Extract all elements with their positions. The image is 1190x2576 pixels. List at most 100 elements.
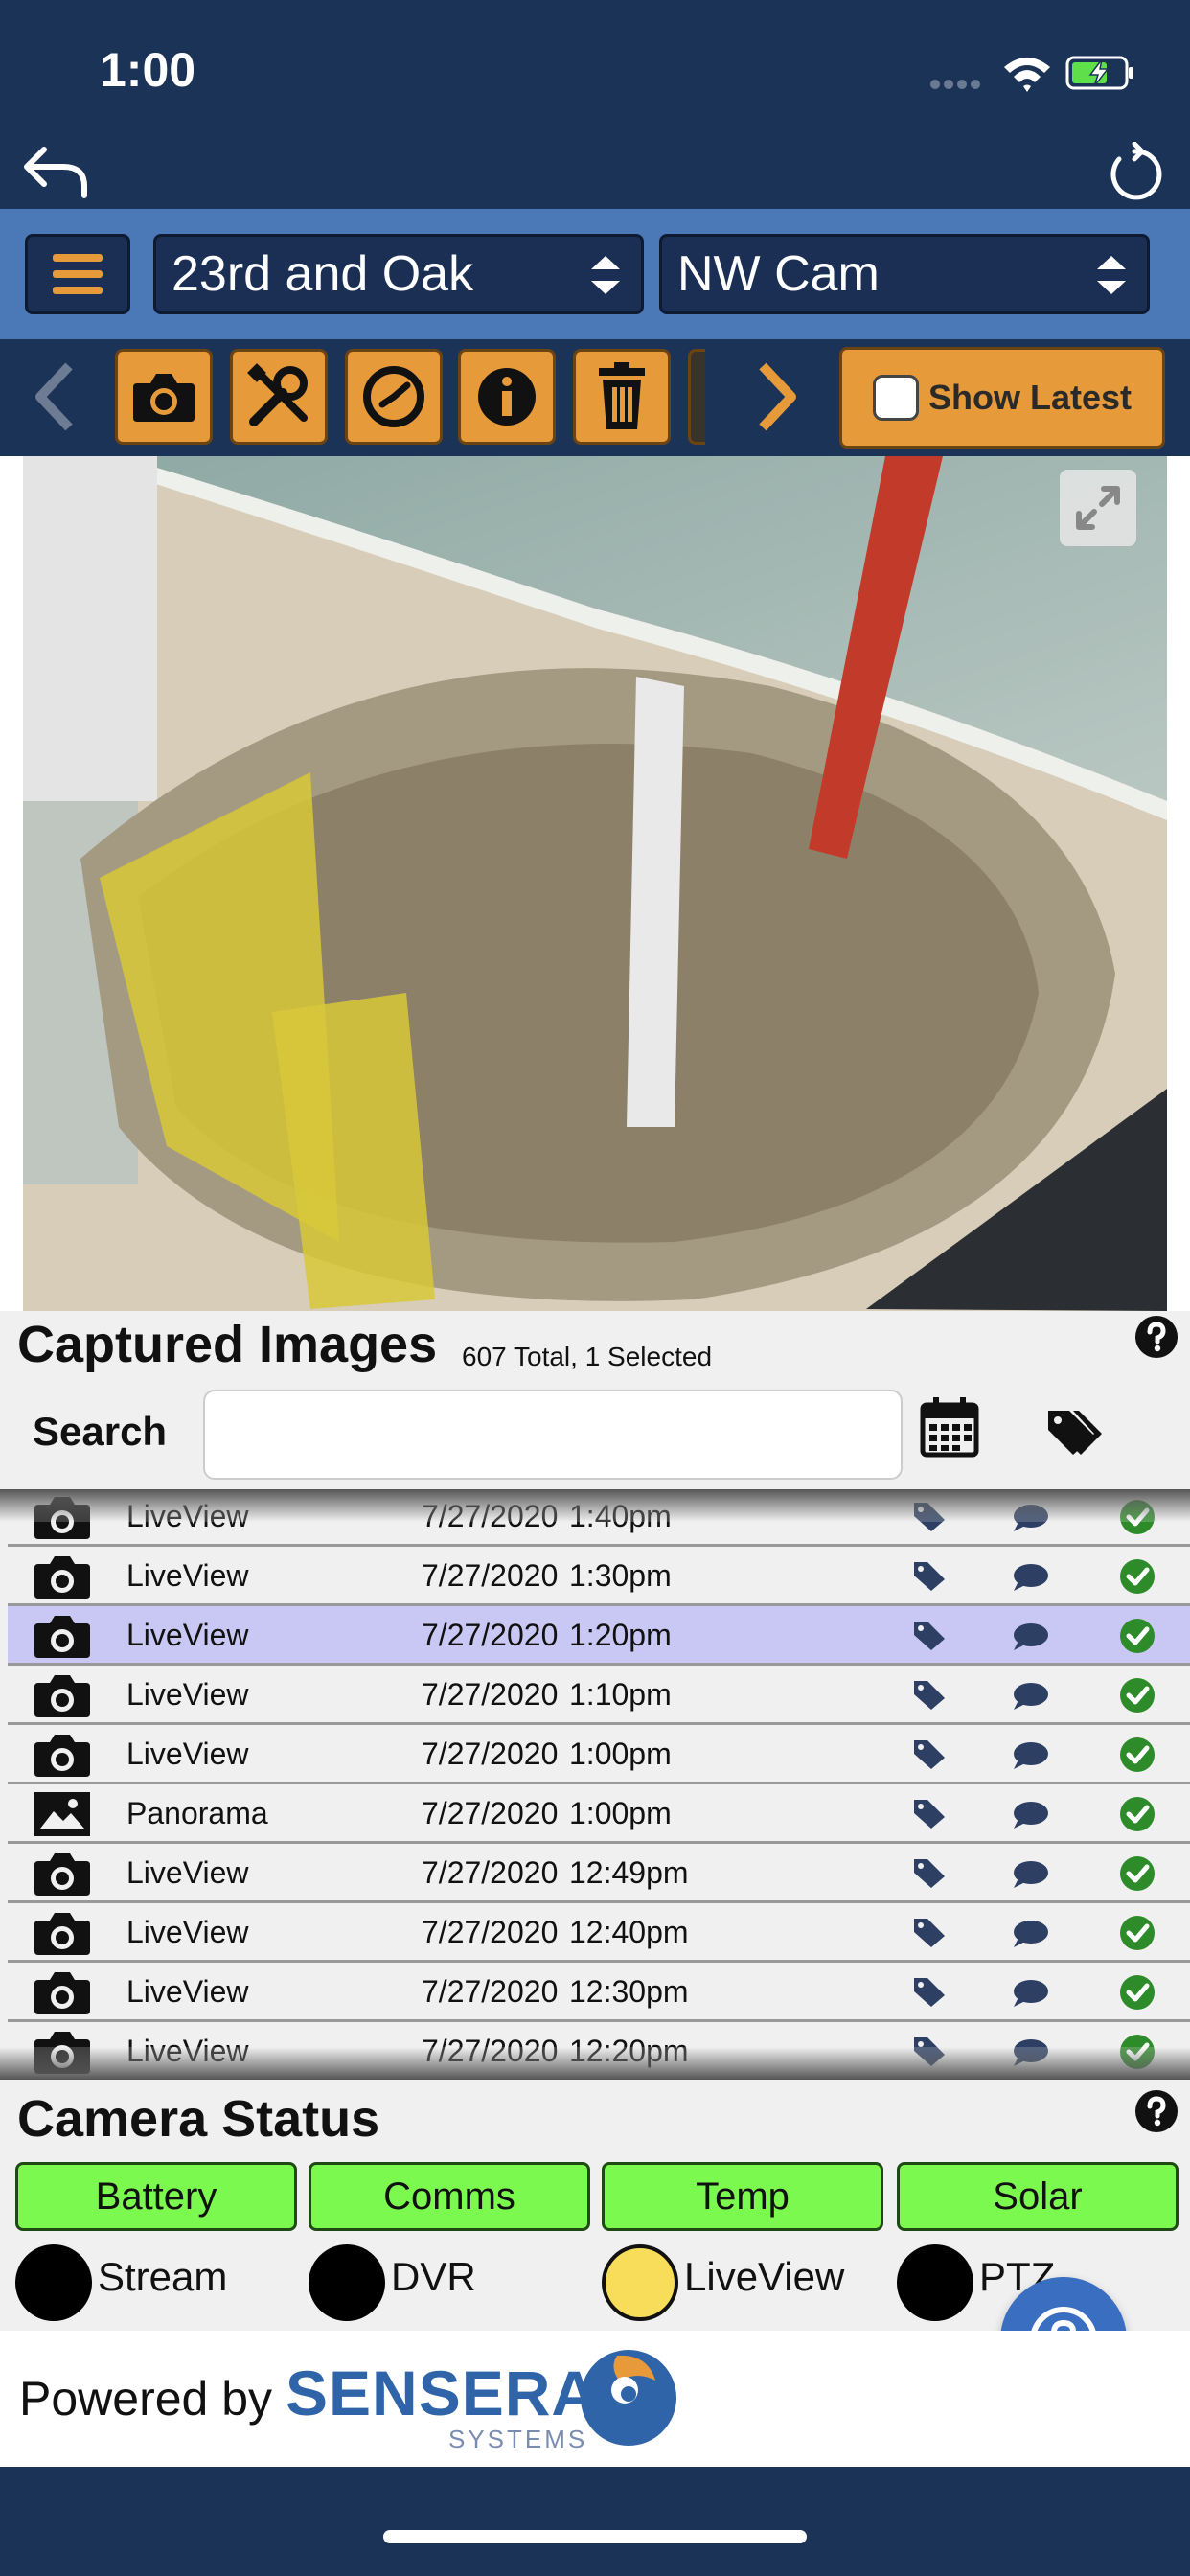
table-row[interactable]: LiveView 7/27/2020 1:40pm [8,1489,1190,1547]
camera-icon [133,374,195,422]
show-latest-button[interactable]: Show Latest [839,347,1165,448]
tag-icon[interactable] [912,1798,947,1830]
comms-status-pill[interactable]: Comms [309,2162,590,2231]
table-row[interactable]: LiveView 7/27/2020 1:20pm [8,1606,1190,1666]
comment-icon[interactable] [1012,1622,1050,1652]
wifi-icon [1004,58,1050,92]
dvr-indicator [309,2244,385,2321]
comment-icon[interactable] [1012,1740,1050,1771]
check-circle-icon [1119,1618,1156,1654]
sensera-logo: SENSERA SYSTEMS [286,2350,676,2453]
calendar-icon[interactable] [920,1395,979,1459]
row-time: 12:30pm [569,1974,689,2009]
comment-icon[interactable] [1012,1919,1050,1949]
site-select[interactable]: 23rd and Oak [153,234,644,314]
search-label: Search [33,1409,168,1454]
table-row[interactable]: LiveView 7/27/2020 1:00pm [8,1725,1190,1784]
bottom-bar [0,2467,1190,2576]
panorama-icon [33,1790,92,1838]
tag-icon[interactable] [912,1857,947,1890]
comment-icon[interactable] [1012,1859,1050,1890]
comment-icon[interactable] [1012,1681,1050,1712]
chevron-left-icon[interactable] [25,358,82,435]
comment-icon[interactable] [1012,1503,1050,1533]
row-time: 1:00pm [569,1736,672,1771]
captured-images-count: 607 Total, 1 Selected [462,1342,713,1371]
help-circle-icon[interactable] [1134,1315,1179,1359]
schedule-tool-button[interactable] [345,349,443,445]
help-circle-icon[interactable] [1134,2089,1179,2133]
row-time: 1:00pm [569,1796,672,1830]
camera-icon [33,1850,92,1898]
row-type: Panorama [126,1796,268,1830]
row-type: LiveView [126,1499,249,1533]
check-circle-icon [1119,1558,1156,1595]
show-latest-checkbox[interactable] [873,375,919,421]
liveview-label: LiveView [684,2254,845,2299]
tag-icon[interactable] [912,1560,947,1593]
table-row[interactable]: Panorama 7/27/2020 1:00pm [8,1784,1190,1844]
partial-tool-button[interactable] [688,349,705,445]
row-date: 7/27/2020 [422,1736,559,1771]
tag-icon[interactable] [912,1620,947,1652]
table-row[interactable]: LiveView 7/27/2020 1:30pm [8,1547,1190,1606]
trash-icon [599,362,645,429]
tag-icon[interactable] [912,1738,947,1771]
tag-icon[interactable] [912,1501,947,1533]
info-tool-button[interactable] [458,349,556,445]
delete-tool-button[interactable] [573,349,671,445]
powered-by-text: Powered by [19,2372,273,2426]
table-row[interactable]: LiveView 7/27/2020 12:30pm [8,1963,1190,2022]
check-circle-icon [1119,1736,1156,1773]
up-down-chevron-icon [1097,256,1126,294]
row-time: 1:10pm [569,1677,672,1712]
comment-icon[interactable] [1012,1978,1050,2009]
comment-icon[interactable] [1012,2037,1050,2068]
info-icon [478,368,536,426]
table-row[interactable]: LiveView 7/27/2020 12:40pm [8,1903,1190,1963]
battery-charging-icon [1065,56,1133,90]
camera-tool-button[interactable] [115,349,213,445]
tag-icon[interactable] [912,1679,947,1712]
row-date: 7/27/2020 [422,1677,559,1712]
settings-tool-button[interactable] [230,349,328,445]
row-date: 7/27/2020 [422,1796,559,1830]
tags-icon[interactable] [1044,1407,1102,1457]
hamburger-menu-button[interactable] [25,234,130,314]
row-type: LiveView [126,2034,249,2068]
check-circle-icon [1119,1677,1156,1714]
table-row[interactable]: LiveView 7/27/2020 12:49pm [8,1844,1190,1903]
row-date: 7/27/2020 [422,1855,559,1890]
row-time: 1:30pm [569,1558,672,1593]
dvr-label: DVR [391,2254,476,2299]
row-time: 12:40pm [569,1915,689,1949]
comment-icon[interactable] [1012,1562,1050,1593]
construction-site-image[interactable] [23,456,1167,1311]
tag-icon[interactable] [912,1917,947,1949]
battery-status-pill[interactable]: Battery [15,2162,297,2231]
camera-icon [33,1552,92,1600]
search-input[interactable] [203,1390,903,1480]
comment-icon[interactable] [1012,1800,1050,1830]
row-type: LiveView [126,1736,249,1771]
captured-images-list[interactable]: LiveView 7/27/2020 1:40pm LiveView 7/27/2020… [0,1489,1190,2080]
check-circle-icon [1119,1915,1156,1951]
tag-icon[interactable] [912,1976,947,2009]
temp-status-pill[interactable]: Temp [602,2162,883,2231]
row-date: 7/27/2020 [422,1499,559,1533]
back-arrow-icon[interactable] [21,144,90,201]
row-type: LiveView [126,1677,249,1712]
camera-select[interactable]: NW Cam [659,234,1150,314]
table-row[interactable]: LiveView 7/27/2020 1:10pm [8,1666,1190,1725]
home-indicator[interactable] [383,2530,807,2543]
table-row[interactable]: LiveView 7/27/2020 12:20pm [8,2022,1190,2080]
ptz-indicator [897,2244,973,2321]
show-latest-label: Show Latest [928,378,1133,417]
solar-status-pill[interactable]: Solar [897,2162,1179,2231]
tag-icon[interactable] [912,2036,947,2068]
camera-icon [33,1612,92,1660]
refresh-icon[interactable] [1102,142,1167,207]
stream-label: Stream [98,2254,228,2299]
expand-fullscreen-icon[interactable] [1060,470,1136,546]
chevron-right-icon[interactable] [749,358,807,435]
